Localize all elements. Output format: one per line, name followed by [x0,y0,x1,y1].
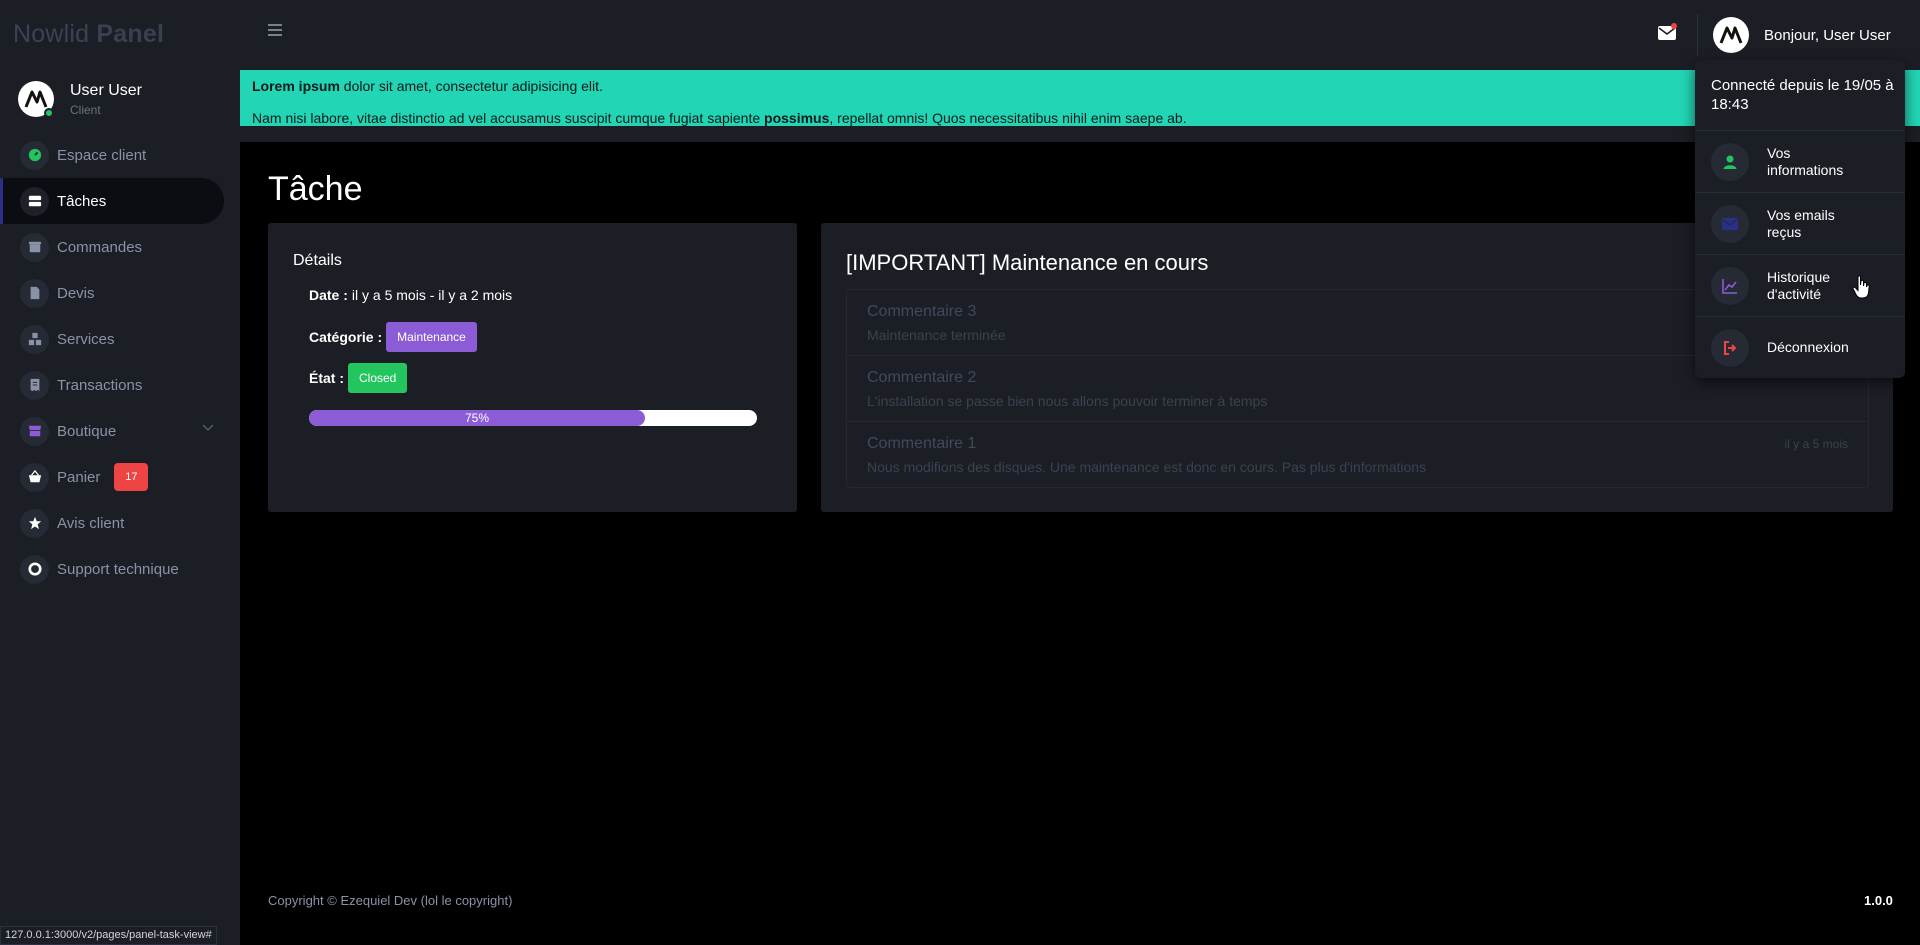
sidebar-item-label: Espace client [57,146,147,164]
brand-name-bold: Panel [96,20,165,48]
sidebar-item-transactions[interactable]: Transactions [0,362,240,408]
cart-count-badge: 17 [114,463,149,491]
sidebar-item-commandes[interactable]: Commandes [0,224,240,270]
state-row: État : Closed [309,363,408,393]
header-avatar[interactable] [1713,17,1749,53]
banner-line-1: Lorem ipsum dolor sit amet, consectetur … [252,74,1908,98]
tasks-icon [20,186,49,216]
menu-item-vos-informations[interactable]: Vos informations [1695,130,1905,192]
logo-icon [1719,26,1743,44]
comment-time: il y a 5 mois [1784,437,1848,451]
page-title: Tâche [268,170,363,208]
sidebar-item-label: Support technique [57,560,179,578]
sidebar-item-taches[interactable]: Tâches [0,178,224,224]
sidebar: Nowlid Panel User User Client Espace cli… [0,0,240,945]
comment-title: Commentaire 3 [867,303,977,320]
banner-text: Nam nisi labore, vitae distinctio ad vel… [252,110,765,126]
store-icon [20,416,49,446]
chevron-down-icon[interactable] [202,424,214,432]
menu-toggle-icon[interactable] [268,24,282,36]
footer-copyright: Copyright © Ezequiel Dev (lol le copyrig… [268,893,513,908]
footer-version: 1.0.0 [1864,893,1893,908]
session-info: Connecté depuis le 19/05 à 18:43 [1711,77,1894,113]
date-label: Date : [309,287,348,303]
user-name: User User [70,82,143,99]
sidebar-item-label: Devis [57,284,95,302]
envelope-icon [1711,204,1749,243]
menu-item-historique[interactable]: Historique d'activité [1695,254,1905,316]
banner-text: , repellat omnis! Quos necessitatibus ni… [829,110,1187,126]
date-row: Date : il y a 5 mois - il y a 2 mois [309,287,512,303]
sidebar-item-services[interactable]: Services [0,316,240,362]
announcement-banner: Lorem ipsum dolor sit amet, consectetur … [240,70,1920,126]
menu-item-label: Vos emails reçus [1767,206,1835,240]
online-status-dot [44,108,54,118]
comment-item: Commentaire 1 il y a 5 mois Nous modifio… [847,422,1868,488]
sidebar-nav: Espace client Tâches Commandes Devis Ser… [0,132,240,592]
banner-bold: possimus [764,110,830,126]
user-dropdown-menu: Connecté depuis le 19/05 à 18:43 Vos inf… [1695,60,1905,378]
comment-title: Commentaire 1 [867,435,977,452]
state-badge: Closed [348,363,408,393]
receipt-icon [20,370,49,400]
user-greeting[interactable]: Bonjour, User User [1764,27,1891,44]
category-badge: Maintenance [386,322,477,352]
menu-item-label: Déconnexion [1767,339,1849,355]
sidebar-item-label: Avis client [57,514,125,532]
sidebar-item-label: Panier [57,468,101,486]
sidebar-item-label: Tâches [57,192,107,210]
sign-out-icon [1711,328,1749,367]
chart-line-icon [1711,266,1749,305]
banner-shadow-strip [240,126,1920,142]
comment-body: Maintenance terminée [867,327,1006,343]
date-value: il y a 5 mois - il y a 2 mois [351,287,513,303]
cubes-icon [20,324,49,354]
details-card: Détails Date : il y a 5 mois - il y a 2 … [268,223,797,512]
category-row: Catégorie : Maintenance [309,322,477,352]
user-profile[interactable]: User User Client [18,81,238,121]
banner-bold: Lorem ipsum [252,78,340,94]
user-role: Client [70,103,101,117]
sidebar-item-label: Commandes [57,238,143,256]
sidebar-item-support-technique[interactable]: Support technique [0,546,240,592]
brand-name: Nowlid [13,20,90,48]
notification-dot [1671,23,1677,29]
file-icon [20,278,49,308]
progress-fill: 75% [309,410,645,426]
menu-item-vos-emails[interactable]: Vos emails reçus [1695,192,1905,254]
sidebar-item-boutique[interactable]: Boutique [0,408,240,454]
comment-body: Nous modifions des disques. Une maintena… [867,459,1427,475]
user-icon [1711,142,1749,181]
logo-icon [24,90,48,108]
comment-title: Commentaire 2 [867,369,977,386]
sidebar-item-avis-client[interactable]: Avis client [0,500,240,546]
task-title: [IMPORTANT] Maintenance en cours [846,250,1209,275]
category-label: Catégorie : [309,329,383,345]
progress-bar: 75% [309,410,757,426]
sidebar-item-label: Boutique [57,422,117,440]
star-icon [20,508,49,538]
basket-icon [20,462,49,492]
topbar: Bonjour, User User [240,0,1920,70]
menu-item-label: Vos informations [1767,144,1844,178]
divider [1697,14,1698,56]
sidebar-item-espace-client[interactable]: Espace client [0,132,240,178]
state-label: État : [309,370,344,386]
sidebar-item-panier[interactable]: Panier 17 [0,454,240,500]
sidebar-item-label: Services [57,330,115,348]
lifebuoy-icon [20,554,49,584]
browser-status-url: 127.0.0.1:3000/v2/pages/panel-task-view# [0,926,217,945]
sidebar-item-devis[interactable]: Devis [0,270,240,316]
brand-logo[interactable]: Nowlid Panel [13,20,164,49]
sidebar-item-label: Transactions [57,376,143,394]
box-icon [20,232,49,262]
banner-text: dolor sit amet, consectetur adipisicing … [339,78,603,94]
comment-body: L'installation se passe bien nous allons… [867,393,1268,409]
details-title: Détails [293,252,342,269]
hand-cursor-icon [1852,275,1870,299]
menu-item-deconnexion[interactable]: Déconnexion [1695,316,1905,378]
dashboard-icon [20,140,49,170]
